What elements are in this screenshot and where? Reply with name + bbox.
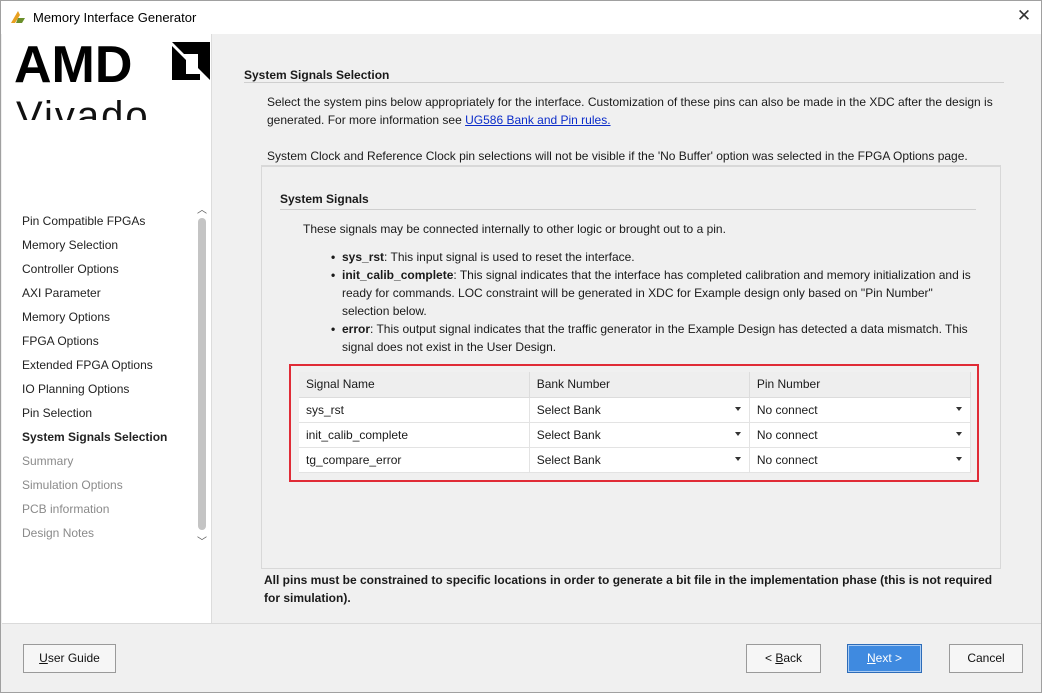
- cancel-button[interactable]: Cancel: [949, 644, 1023, 673]
- table-row: tg_compare_error Select Bank No connect: [299, 447, 972, 473]
- signal-name: sys_rst: [342, 250, 385, 264]
- nav-item-design-notes[interactable]: Design Notes: [2, 521, 196, 545]
- signal-name: init_calib_complete: [342, 268, 454, 282]
- nav-item-pin-selection[interactable]: Pin Selection: [2, 401, 196, 425]
- signal-name: error: [342, 322, 371, 336]
- signals-description: These signals may be connected internall…: [303, 222, 726, 236]
- column-header-bank[interactable]: Bank Number: [529, 372, 750, 398]
- button-label: ser Guide: [47, 651, 100, 665]
- back-button[interactable]: < Back: [746, 644, 821, 673]
- dropdown-arrow-icon[interactable]: [734, 431, 741, 436]
- constraint-warning: All pins must be constrained to specific…: [264, 573, 993, 605]
- pin-select-value: No connect: [756, 452, 818, 467]
- dropdown-arrow-icon[interactable]: [734, 456, 741, 461]
- bank-select[interactable]: Select Bank: [529, 447, 750, 473]
- pin-select-value: No connect: [756, 427, 818, 442]
- user-guide-button[interactable]: User Guide: [23, 644, 116, 673]
- vivado-logo-text: Vivado: [16, 94, 150, 120]
- pin-select[interactable]: No connect: [749, 447, 972, 473]
- nav-scrollbar[interactable]: ︿ ﹀: [195, 204, 209, 550]
- accelerator-key: N: [866, 651, 876, 665]
- list-item: • error: This output signal indicates tha…: [331, 322, 968, 354]
- highlight-frame: Signal Name Bank Number Pin Number sys_r…: [289, 364, 979, 482]
- title-bar: Memory Interface Generator ✕: [1, 1, 1041, 34]
- amd-logo-text: AMD: [14, 36, 132, 88]
- signal-bullet-list: • sys_rst: This input signal is used to r…: [331, 248, 982, 356]
- nav-item-simulation-options[interactable]: Simulation Options: [2, 473, 196, 497]
- chevron-up-icon[interactable]: ︿: [195, 204, 209, 218]
- signal-name-cell: tg_compare_error: [299, 447, 530, 473]
- dropdown-arrow-icon[interactable]: [956, 431, 962, 436]
- window-title: Memory Interface Generator: [33, 10, 197, 25]
- bank-select-value: Select Bank: [536, 427, 601, 442]
- list-item: • sys_rst: This input signal is used to r…: [331, 250, 635, 264]
- divider: [280, 209, 976, 210]
- vivado-app-icon: [11, 11, 25, 23]
- no-buffer-note: System Clock and Reference Clock pin sel…: [267, 149, 968, 163]
- signal-pin-table: Signal Name Bank Number Pin Number sys_r…: [299, 372, 972, 473]
- main-content: System Signals Selection Select the syst…: [213, 34, 1041, 623]
- nav-item-axi-parameter[interactable]: AXI Parameter: [2, 281, 196, 305]
- close-icon[interactable]: ✕: [1011, 5, 1037, 29]
- scrollbar-thumb[interactable]: [198, 218, 206, 530]
- button-label: ack: [783, 651, 803, 665]
- divider: [244, 82, 1004, 83]
- table-row: init_calib_complete Select Bank No conne…: [299, 422, 972, 448]
- ug586-link[interactable]: UG586 Bank and Pin rules.: [465, 113, 610, 127]
- bank-select-value: Select Bank: [536, 402, 601, 417]
- wizard-step-nav: Pin Compatible FPGAs Memory Selection Cont…: [2, 209, 196, 545]
- intro-text: Select the system pins below appropriate…: [267, 93, 997, 129]
- system-signals-group: System Signals These signals may be conn…: [261, 165, 1001, 569]
- table-header-row: Signal Name Bank Number Pin Number: [299, 372, 972, 398]
- nav-item-controller-options[interactable]: Controller Options: [2, 257, 196, 281]
- page-title: System Signals Selection: [244, 68, 390, 82]
- dropdown-arrow-icon[interactable]: [734, 406, 741, 411]
- left-pane: AMD Vivado Pin Compatible FPGAs Memory Se…: [2, 34, 212, 623]
- intro-text-body: Select the system pins below appropriate…: [267, 95, 993, 127]
- nav-item-fpga-options[interactable]: FPGA Options: [2, 329, 196, 353]
- accelerator-key: U: [39, 651, 48, 665]
- dropdown-arrow-icon[interactable]: [956, 406, 962, 411]
- amd-logo: AMD: [14, 36, 210, 88]
- signal-name-cell: init_calib_complete: [299, 422, 530, 448]
- nav-item-memory-options[interactable]: Memory Options: [2, 305, 196, 329]
- nav-item-memory-selection[interactable]: Memory Selection: [2, 233, 196, 257]
- signal-description: : This output signal indicates that the …: [342, 322, 968, 354]
- bank-select[interactable]: Select Bank: [529, 422, 750, 448]
- signal-description: : This input signal is used to reset the…: [384, 250, 635, 264]
- pin-select-value: No connect: [756, 402, 818, 417]
- column-header-signal[interactable]: Signal Name: [299, 372, 530, 398]
- column-header-pin[interactable]: Pin Number: [749, 372, 972, 398]
- vivado-logo: Vivado: [16, 90, 206, 120]
- button-label: ext >: [875, 651, 903, 665]
- nav-item-summary[interactable]: Summary: [2, 449, 196, 473]
- table-row: sys_rst Select Bank No connect: [299, 397, 972, 423]
- group-title: System Signals: [280, 192, 369, 206]
- nav-item-pin-compatible-fpgas[interactable]: Pin Compatible FPGAs: [2, 209, 196, 233]
- dropdown-arrow-icon[interactable]: [956, 456, 962, 461]
- next-button[interactable]: Next >: [847, 644, 922, 673]
- chevron-down-icon[interactable]: ﹀: [195, 536, 209, 550]
- nav-item-system-signals-selection[interactable]: System Signals Selection: [2, 425, 196, 449]
- pin-select[interactable]: No connect: [749, 422, 972, 448]
- mig-dialog-window: Memory Interface Generator ✕ AMD Vivado …: [0, 0, 1042, 693]
- button-bar: User Guide < Back Next > Cancel: [2, 623, 1041, 692]
- nav-item-io-planning-options[interactable]: IO Planning Options: [2, 377, 196, 401]
- bank-select[interactable]: Select Bank: [529, 397, 750, 423]
- nav-item-extended-fpga-options[interactable]: Extended FPGA Options: [2, 353, 196, 377]
- bank-select-value: Select Bank: [536, 452, 601, 467]
- signal-name-cell: sys_rst: [299, 397, 530, 423]
- nav-item-pcb-information[interactable]: PCB information: [2, 497, 196, 521]
- list-item: • init_calib_complete: This signal indica…: [331, 268, 971, 318]
- button-label-prefix: <: [764, 651, 776, 665]
- pin-select[interactable]: No connect: [749, 397, 972, 423]
